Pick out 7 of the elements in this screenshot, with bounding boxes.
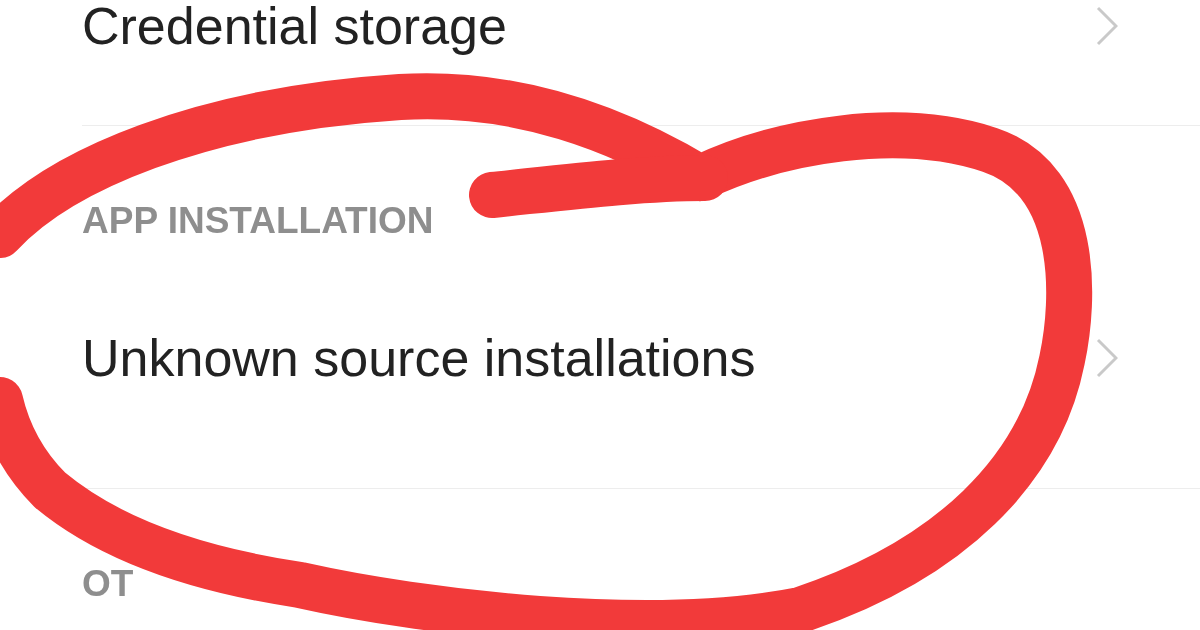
row-label: Unknown source installations	[82, 332, 756, 384]
settings-row[interactable]: Unknown source installations	[82, 280, 1200, 489]
section-header: APP INSTALLATION	[82, 200, 434, 241]
section-header: OT	[82, 563, 134, 604]
settings-row[interactable]: Credential storage	[82, 0, 1200, 126]
chevron-right-icon	[1096, 338, 1118, 378]
chevron-right-icon	[1096, 6, 1118, 46]
